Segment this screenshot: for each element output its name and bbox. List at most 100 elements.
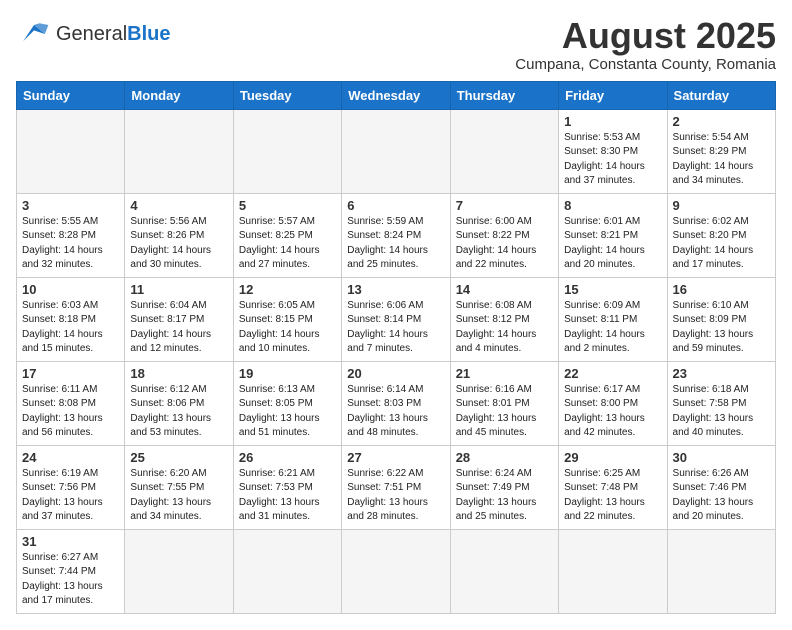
day-info: Sunrise: 5:59 AM Sunset: 8:24 PM Dayligh… xyxy=(347,215,444,273)
page-header: GeneralBlue August 2025 Cumpana, Constan… xyxy=(16,16,776,73)
weekday-header: Saturday xyxy=(667,81,775,109)
day-number: 29 xyxy=(564,450,661,465)
calendar-cell: 9 Sunrise: 6:02 AM Sunset: 8:20 PM Daylig… xyxy=(667,193,775,277)
weekday-header: Thursday xyxy=(450,81,558,109)
day-info: Sunrise: 5:55 AM Sunset: 8:28 PM Dayligh… xyxy=(22,215,119,273)
calendar-cell xyxy=(233,109,341,193)
day-info: Sunrise: 6:09 AM Sunset: 8:11 PM Dayligh… xyxy=(564,299,661,357)
calendar-cell: 21 Sunrise: 6:16 AM Sunset: 8:01 PM Dayli… xyxy=(450,361,558,445)
day-info: Sunrise: 6:16 AM Sunset: 8:01 PM Dayligh… xyxy=(456,383,553,441)
calendar-cell: 23Sunrise: 6:18 AM Sunset: 7:58 PM Dayli… xyxy=(667,361,775,445)
day-number: 12 xyxy=(239,282,336,297)
calendar-cell: 14Sunrise: 6:08 AM Sunset: 8:12 PM Dayli… xyxy=(450,277,558,361)
logo: GeneralBlue xyxy=(16,16,171,52)
calendar-cell: 4 Sunrise: 5:56 AM Sunset: 8:26 PM Daylig… xyxy=(125,193,233,277)
day-info: Sunrise: 6:18 AM Sunset: 7:58 PM Dayligh… xyxy=(673,383,770,441)
day-info: Sunrise: 6:14 AM Sunset: 8:03 PM Dayligh… xyxy=(347,383,444,441)
calendar-cell xyxy=(17,109,125,193)
day-info: Sunrise: 6:01 AM Sunset: 8:21 PM Dayligh… xyxy=(564,215,661,273)
calendar-cell: 30 Sunrise: 6:26 AM Sunset: 7:46 PM Dayli… xyxy=(667,445,775,529)
calendar-cell: 25Sunrise: 6:20 AM Sunset: 7:55 PM Dayli… xyxy=(125,445,233,529)
calendar-week-row: 17Sunrise: 6:11 AM Sunset: 8:08 PM Dayli… xyxy=(17,361,776,445)
calendar-cell: 3 Sunrise: 5:55 AM Sunset: 8:28 PM Daylig… xyxy=(17,193,125,277)
weekday-header: Friday xyxy=(559,81,667,109)
day-info: Sunrise: 6:27 AM Sunset: 7:44 PM Dayligh… xyxy=(22,551,119,609)
day-number: 2 xyxy=(673,114,770,129)
day-number: 15 xyxy=(564,282,661,297)
day-number: 5 xyxy=(239,198,336,213)
calendar-week-row: 24 Sunrise: 6:19 AM Sunset: 7:56 PM Dayli… xyxy=(17,445,776,529)
calendar-week-row: 10 Sunrise: 6:03 AM Sunset: 8:18 PM Dayli… xyxy=(17,277,776,361)
logo-icon xyxy=(16,16,52,52)
day-number: 27 xyxy=(347,450,444,465)
calendar-week-row: 3 Sunrise: 5:55 AM Sunset: 8:28 PM Daylig… xyxy=(17,193,776,277)
weekday-header: Monday xyxy=(125,81,233,109)
day-number: 4 xyxy=(130,198,227,213)
calendar-cell xyxy=(450,109,558,193)
day-number: 18 xyxy=(130,366,227,381)
day-number: 1 xyxy=(564,114,661,129)
day-number: 21 xyxy=(456,366,553,381)
weekday-header: Tuesday xyxy=(233,81,341,109)
day-info: Sunrise: 6:12 AM Sunset: 8:06 PM Dayligh… xyxy=(130,383,227,441)
calendar-cell xyxy=(559,529,667,613)
day-info: Sunrise: 6:22 AM Sunset: 7:51 PM Dayligh… xyxy=(347,467,444,525)
day-number: 10 xyxy=(22,282,119,297)
day-number: 14 xyxy=(456,282,553,297)
day-info: Sunrise: 5:56 AM Sunset: 8:26 PM Dayligh… xyxy=(130,215,227,273)
calendar-table: SundayMondayTuesdayWednesdayThursdayFrid… xyxy=(16,81,776,614)
calendar-cell: 5 Sunrise: 5:57 AM Sunset: 8:25 PM Daylig… xyxy=(233,193,341,277)
calendar-week-row: 1 Sunrise: 5:53 AM Sunset: 8:30 PM Daylig… xyxy=(17,109,776,193)
calendar-week-row: 31 Sunrise: 6:27 AM Sunset: 7:44 PM Dayli… xyxy=(17,529,776,613)
day-number: 9 xyxy=(673,198,770,213)
day-info: Sunrise: 5:57 AM Sunset: 8:25 PM Dayligh… xyxy=(239,215,336,273)
day-number: 31 xyxy=(22,534,119,549)
day-info: Sunrise: 6:25 AM Sunset: 7:48 PM Dayligh… xyxy=(564,467,661,525)
day-info: Sunrise: 6:13 AM Sunset: 8:05 PM Dayligh… xyxy=(239,383,336,441)
day-number: 24 xyxy=(22,450,119,465)
calendar-cell xyxy=(233,529,341,613)
calendar-header-row: SundayMondayTuesdayWednesdayThursdayFrid… xyxy=(17,81,776,109)
calendar-cell: 20 Sunrise: 6:14 AM Sunset: 8:03 PM Dayli… xyxy=(342,361,450,445)
day-info: Sunrise: 6:04 AM Sunset: 8:17 PM Dayligh… xyxy=(130,299,227,357)
day-number: 13 xyxy=(347,282,444,297)
calendar-cell: 8 Sunrise: 6:01 AM Sunset: 8:21 PM Daylig… xyxy=(559,193,667,277)
day-info: Sunrise: 5:54 AM Sunset: 8:29 PM Dayligh… xyxy=(673,131,770,189)
weekday-header: Wednesday xyxy=(342,81,450,109)
day-number: 6 xyxy=(347,198,444,213)
day-number: 28 xyxy=(456,450,553,465)
month-year-title: August 2025 xyxy=(515,16,776,56)
calendar-cell: 12 Sunrise: 6:05 AM Sunset: 8:15 PM Dayli… xyxy=(233,277,341,361)
calendar-cell: 19Sunrise: 6:13 AM Sunset: 8:05 PM Dayli… xyxy=(233,361,341,445)
day-info: Sunrise: 6:20 AM Sunset: 7:55 PM Dayligh… xyxy=(130,467,227,525)
day-info: Sunrise: 6:21 AM Sunset: 7:53 PM Dayligh… xyxy=(239,467,336,525)
day-number: 7 xyxy=(456,198,553,213)
day-info: Sunrise: 6:10 AM Sunset: 8:09 PM Dayligh… xyxy=(673,299,770,357)
location-subtitle: Cumpana, Constanta County, Romania xyxy=(515,56,776,73)
day-info: Sunrise: 6:05 AM Sunset: 8:15 PM Dayligh… xyxy=(239,299,336,357)
day-number: 8 xyxy=(564,198,661,213)
day-number: 30 xyxy=(673,450,770,465)
calendar-cell: 17Sunrise: 6:11 AM Sunset: 8:08 PM Dayli… xyxy=(17,361,125,445)
day-info: Sunrise: 6:02 AM Sunset: 8:20 PM Dayligh… xyxy=(673,215,770,273)
day-info: Sunrise: 6:19 AM Sunset: 7:56 PM Dayligh… xyxy=(22,467,119,525)
day-info: Sunrise: 6:26 AM Sunset: 7:46 PM Dayligh… xyxy=(673,467,770,525)
day-info: Sunrise: 6:03 AM Sunset: 8:18 PM Dayligh… xyxy=(22,299,119,357)
calendar-cell: 26Sunrise: 6:21 AM Sunset: 7:53 PM Dayli… xyxy=(233,445,341,529)
day-number: 3 xyxy=(22,198,119,213)
day-number: 11 xyxy=(130,282,227,297)
calendar-cell: 13Sunrise: 6:06 AM Sunset: 8:14 PM Dayli… xyxy=(342,277,450,361)
day-number: 22 xyxy=(564,366,661,381)
calendar-cell xyxy=(125,109,233,193)
calendar-cell: 16 Sunrise: 6:10 AM Sunset: 8:09 PM Dayli… xyxy=(667,277,775,361)
calendar-cell xyxy=(125,529,233,613)
day-number: 16 xyxy=(673,282,770,297)
day-number: 20 xyxy=(347,366,444,381)
calendar-cell: 6 Sunrise: 5:59 AM Sunset: 8:24 PM Daylig… xyxy=(342,193,450,277)
calendar-cell: 7Sunrise: 6:00 AM Sunset: 8:22 PM Daylig… xyxy=(450,193,558,277)
calendar-cell xyxy=(342,529,450,613)
day-info: Sunrise: 6:17 AM Sunset: 8:00 PM Dayligh… xyxy=(564,383,661,441)
day-info: Sunrise: 5:53 AM Sunset: 8:30 PM Dayligh… xyxy=(564,131,661,189)
calendar-cell: 31 Sunrise: 6:27 AM Sunset: 7:44 PM Dayli… xyxy=(17,529,125,613)
calendar-cell: 24 Sunrise: 6:19 AM Sunset: 7:56 PM Dayli… xyxy=(17,445,125,529)
